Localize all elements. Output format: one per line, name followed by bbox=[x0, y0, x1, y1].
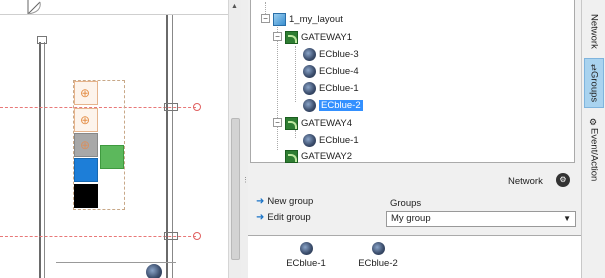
device-icon bbox=[146, 264, 162, 278]
gateway-icon bbox=[285, 116, 298, 130]
device-slot-green[interactable] bbox=[100, 145, 124, 169]
wall-cap bbox=[37, 36, 47, 44]
device-icon bbox=[303, 81, 316, 95]
guide-marker-top[interactable] bbox=[193, 103, 201, 111]
tab-label: Groups bbox=[588, 70, 600, 102]
tab-network[interactable]: Network bbox=[584, 6, 604, 56]
device-slot-blue[interactable] bbox=[74, 158, 98, 182]
floorplan-canvas[interactable]: ⊕ ⊕ ⊕ bbox=[0, 0, 228, 278]
new-group-button[interactable]: ➜ New group bbox=[256, 196, 313, 207]
canvas-scrollbar[interactable]: ▲ bbox=[228, 0, 241, 278]
wall-left-inner bbox=[44, 42, 45, 278]
device-slot-1[interactable]: ⊕ bbox=[74, 81, 98, 105]
gateway-icon bbox=[285, 149, 298, 163]
device-slot-2[interactable]: ⊕ bbox=[74, 108, 98, 132]
crosshair-icon: ⊕ bbox=[80, 138, 91, 152]
panel-splitter[interactable]: ⋮ bbox=[241, 0, 249, 278]
tree-root-label: 1_my_layout bbox=[289, 13, 343, 25]
device-icon bbox=[303, 47, 316, 61]
gateway-label: GATEWAY1 bbox=[301, 31, 353, 43]
guide-marker-bottom[interactable] bbox=[193, 232, 201, 240]
arrow-right-icon: ➜ bbox=[256, 212, 265, 223]
group-select[interactable]: My group ▼ bbox=[386, 211, 576, 227]
tab-groups[interactable]: ⇄ Groups bbox=[584, 58, 604, 108]
layout-icon bbox=[273, 12, 286, 26]
tree-line bbox=[295, 130, 296, 138]
wall-bracket-top bbox=[164, 103, 178, 111]
tab-label: Network bbox=[588, 13, 600, 49]
wall-top-edge bbox=[0, 14, 228, 15]
door-swing-icon bbox=[27, 0, 41, 15]
gateway-icon bbox=[285, 30, 298, 44]
device-icon bbox=[303, 98, 316, 112]
device-icon bbox=[303, 64, 316, 78]
groups-label: Groups bbox=[390, 198, 422, 209]
collapse-toggle-gateway1[interactable]: − bbox=[273, 32, 282, 41]
tree-item-gateway1[interactable]: GATEWAY1 bbox=[285, 30, 352, 44]
gateway-label: GATEWAY4 bbox=[301, 117, 353, 129]
device-icon bbox=[371, 242, 385, 255]
tree-item-device-selected[interactable]: ECblue-2 bbox=[303, 98, 363, 112]
edit-group-label: Edit group bbox=[267, 212, 311, 223]
group-member[interactable]: ECblue-2 bbox=[358, 242, 398, 269]
collapse-toggle-root[interactable]: − bbox=[261, 14, 270, 23]
scroll-thumb[interactable] bbox=[231, 118, 240, 260]
scroll-up-icon[interactable]: ▲ bbox=[231, 3, 238, 10]
device-tree[interactable]: − 1_my_layout − GATEWAY1 ECblue-3 ECblue… bbox=[250, 0, 575, 163]
tree-item-device[interactable]: ECblue-4 bbox=[303, 64, 359, 78]
group-member-label: ECblue-2 bbox=[358, 258, 398, 269]
edit-group-button[interactable]: ➜ Edit group bbox=[256, 212, 311, 223]
arrow-right-icon: ➜ bbox=[256, 196, 265, 207]
side-tabs: Network ⇄ Groups ⚙ Event/Action bbox=[581, 0, 605, 278]
device-label: ECblue-3 bbox=[319, 48, 359, 60]
group-select-value: My group bbox=[391, 213, 431, 224]
network-icon[interactable]: ⚙ bbox=[556, 173, 570, 187]
device-slot-3[interactable]: ⊕ bbox=[74, 133, 98, 157]
device-label: ECblue-4 bbox=[319, 65, 359, 77]
crosshair-icon: ⊕ bbox=[80, 113, 91, 127]
new-group-label: New group bbox=[267, 196, 314, 207]
device-label: ECblue-2 bbox=[319, 99, 363, 111]
group-members-list: ECblue-1 ECblue-2 bbox=[248, 235, 581, 278]
chevron-down-icon: ▼ bbox=[563, 214, 571, 223]
device-slot-black[interactable] bbox=[74, 184, 98, 208]
tree-item-device[interactable]: ECblue-1 bbox=[303, 81, 359, 95]
network-label: Network bbox=[508, 176, 543, 187]
device-icon bbox=[299, 242, 313, 255]
tree-root[interactable]: 1_my_layout bbox=[273, 12, 343, 26]
right-panel: − 1_my_layout − GATEWAY1 ECblue-3 ECblue… bbox=[248, 0, 581, 278]
collapse-toggle-gateway4[interactable]: − bbox=[273, 118, 282, 127]
tree-item-device[interactable]: ECblue-1 bbox=[303, 133, 359, 147]
device-icon bbox=[303, 133, 316, 147]
device-label: ECblue-1 bbox=[319, 82, 359, 94]
canvas-bottom-edge bbox=[56, 262, 176, 263]
tree-item-gateway2[interactable]: GATEWAY2 bbox=[285, 149, 352, 163]
tab-label: Event/Action bbox=[588, 128, 600, 182]
tree-item-device[interactable]: ECblue-3 bbox=[303, 47, 359, 61]
crosshair-icon: ⊕ bbox=[80, 86, 91, 100]
wall-bracket-bottom bbox=[164, 232, 178, 240]
group-member-label: ECblue-1 bbox=[286, 258, 326, 269]
event-action-icon: ⚙ bbox=[589, 118, 599, 129]
tree-item-gateway4[interactable]: GATEWAY4 bbox=[285, 116, 352, 130]
wall-left-outer bbox=[39, 42, 41, 278]
tree-line bbox=[295, 46, 296, 102]
group-member[interactable]: ECblue-1 bbox=[286, 242, 326, 269]
tab-event-action[interactable]: ⚙ Event/Action bbox=[584, 110, 604, 190]
gateway-label: GATEWAY2 bbox=[301, 150, 353, 162]
groups-tab-icon: ⇄ bbox=[589, 64, 599, 71]
device-label: ECblue-1 bbox=[319, 134, 359, 146]
